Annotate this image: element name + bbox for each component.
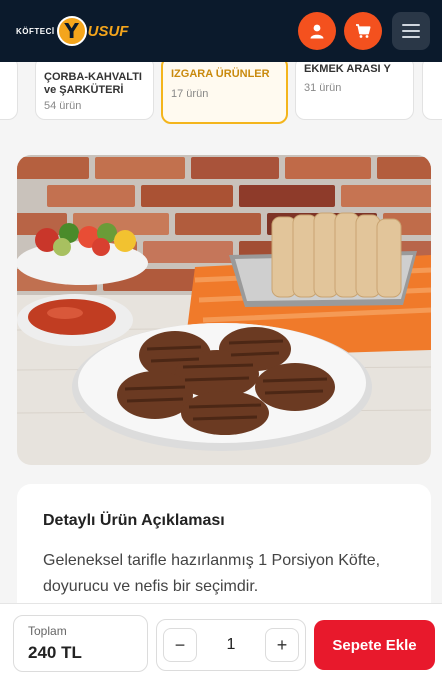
total-label: Toplam	[28, 624, 67, 638]
total-box: Toplam 240 TL	[13, 615, 148, 672]
category-card-partial[interactable]	[422, 62, 442, 120]
logo-wordmark: USUF	[87, 22, 129, 40]
category-card[interactable]: EKMEK ARASI Y 31 ürün	[295, 62, 414, 120]
total-amount: 240 TL	[28, 643, 82, 662]
category-count: 17 ürün	[171, 88, 209, 100]
logo-initial: Y	[64, 19, 79, 43]
cart-button[interactable]	[344, 12, 382, 50]
category-name: IZGARA ÜRÜNLER	[171, 68, 270, 80]
menu-button[interactable]	[392, 12, 430, 50]
order-bar: Toplam 240 TL − 1 + Sepete Ekle	[0, 603, 442, 680]
category-card-partial[interactable]	[0, 62, 18, 120]
quantity-stepper: − 1 +	[156, 619, 306, 671]
app-header: KÖFTECİ Y USUF	[0, 0, 442, 62]
increase-quantity-button[interactable]: +	[265, 628, 299, 662]
decrease-quantity-button[interactable]: −	[163, 628, 197, 662]
brand-logo[interactable]: KÖFTECİ Y USUF	[16, 11, 128, 51]
add-to-cart-button[interactable]: Sepete Ekle	[314, 620, 435, 670]
header-actions	[298, 12, 430, 50]
category-card[interactable]: ÇORBA-KAHVALTI ve ŞARKÜTERİ 54 ürün	[35, 62, 154, 120]
logo-prefix: KÖFTECİ	[16, 26, 55, 36]
category-count: 31 ürün	[304, 82, 342, 94]
kofte-plate-photo	[17, 155, 431, 465]
quantity-value[interactable]: 1	[197, 636, 265, 654]
category-strip: ÇORBA-KAHVALTI ve ŞARKÜTERİ 54 ürün IZGA…	[0, 62, 442, 132]
logo-emblem: Y	[56, 16, 87, 46]
hamburger-menu-icon	[402, 24, 420, 38]
description-text: Geleneksel tarifle hazırlanmış 1 Porsiyo…	[43, 552, 381, 595]
category-name: EKMEK ARASI Y	[304, 63, 391, 75]
cart-icon	[356, 24, 371, 38]
description-title: Detaylı Ürün Açıklaması	[43, 512, 225, 529]
category-name: ÇORBA-KAHVALTI ve ŞARKÜTERİ	[44, 71, 142, 96]
category-card-active[interactable]: IZGARA ÜRÜNLER 17 ürün	[161, 62, 288, 124]
category-count: 54 ürün	[44, 100, 82, 112]
user-icon	[310, 24, 324, 39]
account-button[interactable]	[298, 12, 336, 50]
product-image	[17, 155, 431, 465]
